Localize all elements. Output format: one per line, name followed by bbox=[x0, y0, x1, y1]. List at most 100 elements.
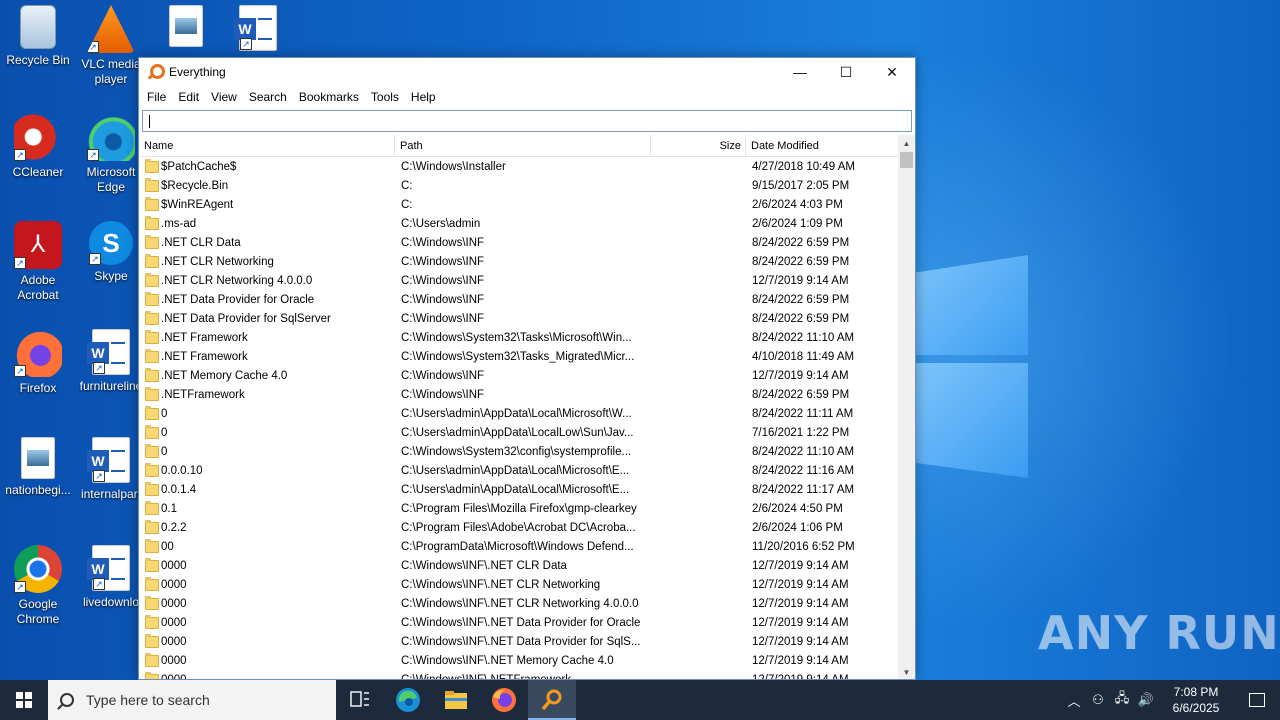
result-row[interactable]: 0000 C:\Windows\INF\.NET Data Provider fo… bbox=[139, 633, 899, 652]
result-row[interactable]: .NET Data Provider for Oracle C:\Windows\… bbox=[139, 291, 899, 310]
folder-icon bbox=[145, 273, 159, 287]
result-row[interactable]: .NET Memory Cache 4.0 C:\Windows\INF 12/7/… bbox=[139, 367, 899, 386]
row-date-modified: 12/7/2019 9:14 AM bbox=[752, 655, 849, 667]
result-row[interactable]: $Recycle.Bin C: 9/15/2017 2:05 PM bbox=[139, 177, 899, 196]
menu-search[interactable]: Search bbox=[243, 90, 293, 104]
result-row[interactable]: .NET Data Provider for SqlServer C:\Windo… bbox=[139, 310, 899, 329]
row-path: C:\Windows\System32\config\systemprofile… bbox=[401, 446, 632, 458]
row-date-modified: 8/24/2022 11:11 AM bbox=[752, 408, 854, 420]
desktop-icon-recycle-bin[interactable]: Recycle Bin bbox=[0, 5, 76, 68]
row-path: C:\Windows\INF bbox=[401, 237, 485, 249]
column-path[interactable]: Path bbox=[395, 135, 651, 157]
result-row[interactable]: .NETFramework C:\Windows\INF 8/24/2022 6:5… bbox=[139, 386, 899, 405]
desktop-icon-image-file[interactable] bbox=[148, 5, 224, 51]
folder-icon bbox=[145, 349, 159, 363]
result-row[interactable]: 0.0.1.4 C:\Users\admin\AppData\Local\Micr… bbox=[139, 481, 899, 500]
result-row[interactable]: 0 C:\Users\admin\AppData\Local\Microsoft\… bbox=[139, 405, 899, 424]
taskbar-edge[interactable] bbox=[384, 680, 432, 720]
people-icon[interactable]: ⚇ bbox=[1086, 692, 1110, 708]
desktop-icon-ccleaner[interactable]: ↗ CCleaner bbox=[0, 113, 76, 180]
vertical-scrollbar[interactable]: ▲ ▼ bbox=[898, 135, 915, 679]
close-button[interactable]: ✕ bbox=[869, 58, 915, 86]
result-row[interactable]: $PatchCache$ C:\Windows\Installer 4/27/201… bbox=[139, 158, 899, 177]
notifications-button[interactable] bbox=[1234, 693, 1280, 707]
text-caret bbox=[149, 115, 150, 128]
result-row[interactable]: 0000 C:\Windows\INF\.NETFramework 12/7/201… bbox=[139, 671, 899, 679]
result-row[interactable]: 0.1 C:\Program Files\Mozilla Firefox\gmp-… bbox=[139, 500, 899, 519]
everything-window: Everything — ☐ ✕ File Edit View Search B… bbox=[138, 57, 916, 680]
folder-icon bbox=[145, 235, 159, 249]
row-name: 0 bbox=[161, 446, 168, 458]
minimize-button[interactable]: — bbox=[777, 58, 823, 86]
column-size[interactable]: Size bbox=[651, 135, 746, 157]
shortcut-arrow-icon: ↗ bbox=[14, 581, 26, 593]
result-row[interactable]: 0000 C:\Windows\INF\.NET Memory Cache 4.0… bbox=[139, 652, 899, 671]
result-row[interactable]: .NET Framework C:\Windows\System32\Tasks_… bbox=[139, 348, 899, 367]
desktop-icon-nationbegi[interactable]: nationbegi... bbox=[0, 437, 76, 498]
result-row[interactable]: .NET CLR Networking C:\Windows\INF 8/24/20… bbox=[139, 253, 899, 272]
desktop-icon-label: CCleaner bbox=[12, 165, 64, 179]
row-date-modified: 2/6/2024 1:09 PM bbox=[752, 218, 843, 230]
row-date-modified: 12/7/2019 9:14 AM bbox=[752, 579, 849, 591]
taskbar-firefox[interactable] bbox=[480, 680, 528, 720]
desktop-icon-google-chrome[interactable]: ↗ Google Chrome bbox=[0, 545, 76, 627]
result-row[interactable]: 0.2.2 C:\Program Files\Adobe\Acrobat DC\A… bbox=[139, 519, 899, 538]
shortcut-arrow-icon: ↗ bbox=[14, 365, 26, 377]
scroll-up-icon[interactable]: ▲ bbox=[898, 135, 915, 152]
volume-icon[interactable]: 🔊 bbox=[1134, 692, 1158, 708]
menu-bookmarks[interactable]: Bookmarks bbox=[293, 90, 365, 104]
result-row[interactable]: 0000 C:\Windows\INF\.NET CLR Data 12/7/201… bbox=[139, 557, 899, 576]
row-name: 00 bbox=[161, 541, 174, 553]
clock-date: 6/6/2025 bbox=[1172, 701, 1220, 715]
shortcut-arrow-icon: ↗ bbox=[93, 578, 105, 590]
desktop-icon-word-document[interactable]: W ↗ bbox=[220, 5, 296, 55]
result-row[interactable]: 00 C:\ProgramData\Microsoft\Windows Defen… bbox=[139, 538, 899, 557]
menu-edit[interactable]: Edit bbox=[172, 90, 205, 104]
desktop-icon-adobe-acrobat[interactable]: ⅄ ↗ Adobe Acrobat bbox=[0, 221, 76, 303]
result-row[interactable]: .NET Framework C:\Windows\System32\Tasks\… bbox=[139, 329, 899, 348]
column-date-modified[interactable]: Date Modified bbox=[746, 135, 899, 157]
show-hidden-icons-chevron-icon[interactable]: ︿ bbox=[1062, 691, 1086, 710]
folder-icon bbox=[145, 330, 159, 344]
result-row[interactable]: 0 C:\Windows\System32\config\systemprofil… bbox=[139, 443, 899, 462]
row-date-modified: 8/24/2022 6:59 PM bbox=[752, 237, 850, 249]
result-row[interactable]: .NET CLR Data C:\Windows\INF 8/24/2022 6:5… bbox=[139, 234, 899, 253]
folder-icon bbox=[145, 444, 159, 458]
result-row[interactable]: .NET CLR Networking 4.0.0.0 C:\Windows\IN… bbox=[139, 272, 899, 291]
taskbar-file-explorer[interactable] bbox=[432, 680, 480, 720]
start-button[interactable] bbox=[0, 680, 48, 720]
clock[interactable]: 7:08 PM 6/6/2025 bbox=[1158, 684, 1234, 716]
column-name[interactable]: Name bbox=[139, 135, 395, 157]
row-date-modified: 12/7/2019 9:14 AM bbox=[752, 370, 849, 382]
result-row[interactable]: 0000 C:\Windows\INF\.NET CLR Networking 4… bbox=[139, 595, 899, 614]
taskbar-search[interactable]: Type here to search bbox=[48, 680, 336, 720]
title-bar[interactable]: Everything — ☐ ✕ bbox=[139, 58, 915, 86]
desktop-icon-label: Google Chrome bbox=[16, 597, 60, 626]
result-row[interactable]: 0000 C:\Windows\INF\.NET CLR Networking 12… bbox=[139, 576, 899, 595]
desktop-icon-firefox[interactable]: ↗ Firefox bbox=[0, 329, 76, 396]
scroll-thumb[interactable] bbox=[900, 152, 913, 168]
shortcut-arrow-icon: ↗ bbox=[87, 149, 99, 161]
taskbar-everything[interactable] bbox=[528, 680, 576, 720]
maximize-button[interactable]: ☐ bbox=[823, 58, 869, 86]
scroll-down-icon[interactable]: ▼ bbox=[898, 664, 915, 679]
row-path: C:\Windows\INF bbox=[401, 370, 485, 382]
task-view-button[interactable] bbox=[336, 680, 384, 720]
row-name: 0 bbox=[161, 427, 168, 439]
menu-file[interactable]: File bbox=[141, 90, 172, 104]
result-row[interactable]: $WinREAgent C: 2/6/2024 4:03 PM bbox=[139, 196, 899, 215]
network-icon[interactable]: 🖧 bbox=[1110, 689, 1134, 711]
column-header: Name Path Size Date Modified bbox=[139, 135, 899, 157]
result-row[interactable]: 0 C:\Users\admin\AppData\LocalLow\Sun\Jav… bbox=[139, 424, 899, 443]
row-path: C: bbox=[401, 180, 413, 192]
search-input[interactable] bbox=[143, 111, 911, 131]
desktop-icon-label: nationbegi... bbox=[5, 483, 71, 497]
row-name: $Recycle.Bin bbox=[161, 180, 229, 192]
menu-help[interactable]: Help bbox=[405, 90, 442, 104]
result-row[interactable]: 0.0.0.10 C:\Users\admin\AppData\Local\Mic… bbox=[139, 462, 899, 481]
row-path: C:\Windows\INF bbox=[401, 313, 485, 325]
menu-view[interactable]: View bbox=[205, 90, 243, 104]
result-row[interactable]: 0000 C:\Windows\INF\.NET Data Provider fo… bbox=[139, 614, 899, 633]
result-row[interactable]: .ms-ad C:\Users\admin 2/6/2024 1:09 PM bbox=[139, 215, 899, 234]
menu-tools[interactable]: Tools bbox=[365, 90, 405, 104]
